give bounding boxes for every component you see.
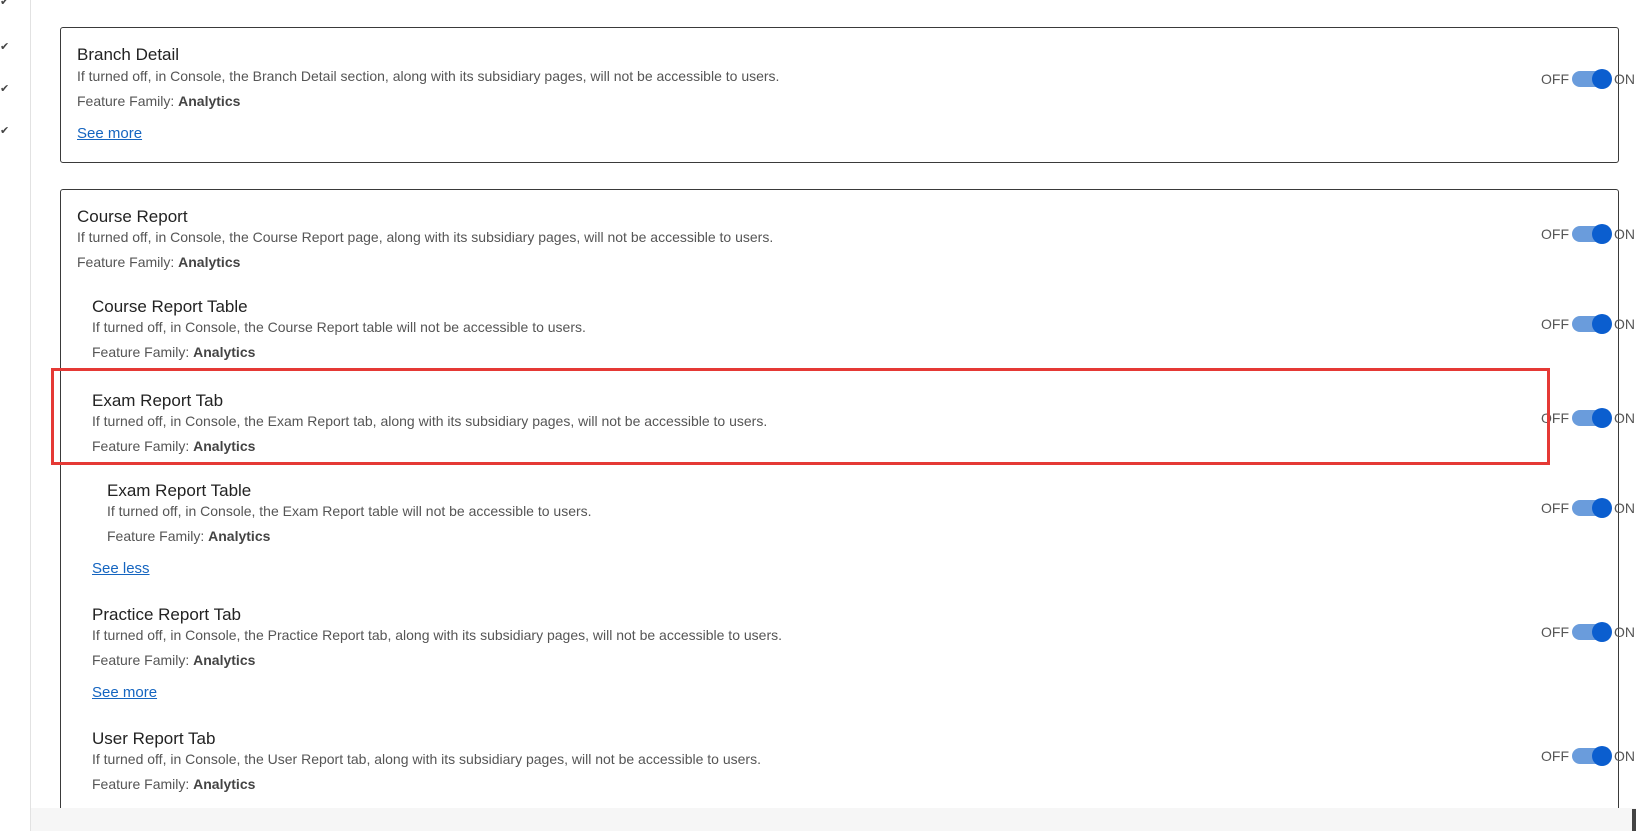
toggle-off-label: OFF <box>1541 748 1569 764</box>
toggle-track[interactable] <box>1572 408 1612 428</box>
feature-family-value: Analytics <box>193 344 256 360</box>
toggle-off-label: OFF <box>1541 624 1569 640</box>
toggle-on-label: ON <box>1614 748 1635 764</box>
toggle-knob[interactable] <box>1592 746 1612 766</box>
see-less-link[interactable]: See less <box>92 560 150 577</box>
feature-family: Feature Family: Analytics <box>77 254 240 270</box>
toggle-on-label: ON <box>1614 226 1635 242</box>
feature-toggle[interactable]: OFF ON <box>1541 223 1636 245</box>
checkmark-icon: ✔ <box>0 0 10 8</box>
checkmark-icon: ✔ <box>0 41 10 53</box>
feature-family-label: Feature Family: <box>77 254 175 270</box>
toggle-track[interactable] <box>1572 498 1612 518</box>
feature-title: User Report Tab <box>92 729 216 748</box>
feature-family-value: Analytics <box>178 93 241 109</box>
feature-settings-panel[interactable]: Branch Detail If turned off, in Console,… <box>31 0 1636 808</box>
feature-title: Course Report <box>77 207 188 226</box>
toggle-off-label: OFF <box>1541 410 1569 426</box>
feature-description: If turned off, in Console, the Practice … <box>92 627 782 643</box>
toggle-off-label: OFF <box>1541 500 1569 516</box>
toggle-track[interactable] <box>1572 314 1612 334</box>
feature-family-label: Feature Family: <box>92 652 190 668</box>
feature-title: Practice Report Tab <box>92 605 241 624</box>
toggle-track[interactable] <box>1572 746 1612 766</box>
toggle-knob[interactable] <box>1592 314 1612 334</box>
feature-description: If turned off, in Console, the Course Re… <box>77 229 774 245</box>
feature-family-value: Analytics <box>193 652 256 668</box>
feature-title: Branch Detail <box>77 45 180 64</box>
toggle-on-label: ON <box>1614 500 1635 516</box>
toggle-track[interactable] <box>1572 224 1612 244</box>
toggle-off-label: OFF <box>1541 71 1569 87</box>
feature-description: If turned off, in Console, the Course Re… <box>92 319 586 335</box>
toggle-off-label: OFF <box>1541 316 1569 332</box>
scrollbar-thumb[interactable] <box>1632 809 1636 831</box>
feature-toggle[interactable]: OFF ON <box>1541 407 1636 429</box>
feature-family-value: Analytics <box>178 254 241 270</box>
see-more-link[interactable]: See more <box>77 125 142 142</box>
feature-family-value: Analytics <box>193 438 256 454</box>
feature-description: If turned off, in Console, the Exam Repo… <box>107 503 592 519</box>
see-more-link[interactable]: See more <box>92 684 157 701</box>
left-rail: ✔ ✔ ✔ ✔ <box>0 0 31 831</box>
toggle-knob[interactable] <box>1592 622 1612 642</box>
toggle-track[interactable] <box>1572 69 1612 89</box>
feature-title: Exam Report Table <box>107 481 252 500</box>
feature-family-label: Feature Family: <box>107 528 205 544</box>
feature-family-label: Feature Family: <box>92 776 190 792</box>
feature-toggle[interactable]: OFF ON <box>1541 745 1636 767</box>
toggle-knob[interactable] <box>1592 498 1612 518</box>
feature-family: Feature Family: Analytics <box>92 344 255 360</box>
feature-title: Exam Report Tab <box>92 391 224 410</box>
feature-family-label: Feature Family: <box>92 344 190 360</box>
feature-family-label: Feature Family: <box>92 438 190 454</box>
toggle-on-label: ON <box>1614 624 1635 640</box>
feature-family: Feature Family: Analytics <box>92 652 255 668</box>
checkmark-icon: ✔ <box>0 125 10 137</box>
feature-description: If turned off, in Console, the User Repo… <box>92 751 761 767</box>
feature-card-branch-detail: Branch Detail If turned off, in Console,… <box>60 27 1635 163</box>
feature-toggle[interactable]: OFF ON <box>1541 68 1636 90</box>
toggle-on-label: ON <box>1614 71 1635 87</box>
bottom-bar <box>31 808 1636 831</box>
toggle-on-label: ON <box>1614 316 1635 332</box>
toggle-knob[interactable] <box>1592 69 1612 89</box>
feature-toggle[interactable]: OFF ON <box>1541 497 1636 519</box>
feature-family: Feature Family: Analytics <box>92 438 255 454</box>
feature-description: If turned off, in Console, the Exam Repo… <box>92 413 768 429</box>
feature-description: If turned off, in Console, the Branch De… <box>77 68 780 84</box>
checkmark-icon: ✔ <box>0 83 10 95</box>
feature-family-label: Feature Family: <box>77 93 175 109</box>
feature-toggle[interactable]: OFF ON <box>1541 313 1636 335</box>
feature-card-course-report: Course Report If turned off, in Console,… <box>60 189 1635 808</box>
feature-family-value: Analytics <box>208 528 271 544</box>
toggle-track[interactable] <box>1572 622 1612 642</box>
feature-family: Feature Family: Analytics <box>107 528 270 544</box>
feature-family-value: Analytics <box>193 776 256 792</box>
feature-family: Feature Family: Analytics <box>77 93 240 109</box>
feature-toggle[interactable]: OFF ON <box>1541 621 1636 643</box>
toggle-knob[interactable] <box>1592 224 1612 244</box>
feature-family: Feature Family: Analytics <box>92 776 255 792</box>
toggle-on-label: ON <box>1614 410 1635 426</box>
toggle-knob[interactable] <box>1592 408 1612 428</box>
toggle-off-label: OFF <box>1541 226 1569 242</box>
feature-title: Course Report Table <box>92 297 248 316</box>
